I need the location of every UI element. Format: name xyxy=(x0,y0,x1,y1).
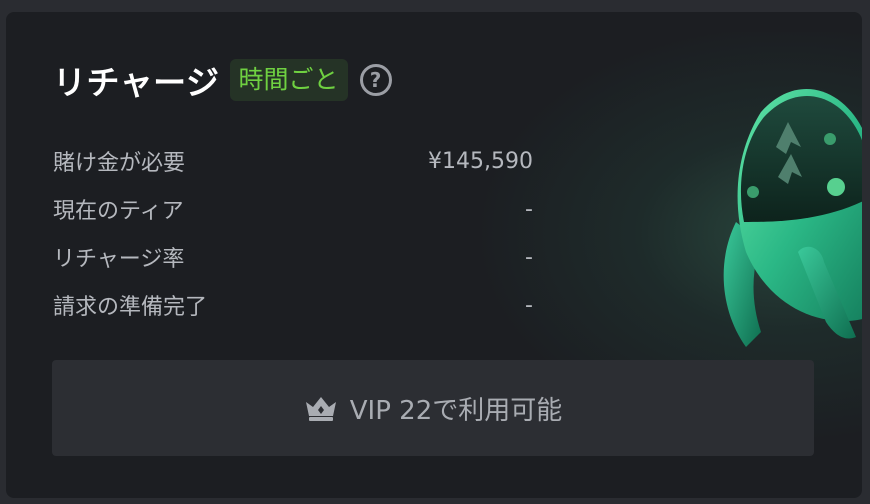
detail-row-claim: 請求の準備完了 - xyxy=(53,281,533,329)
recharge-title: リチャージ xyxy=(53,63,220,102)
detail-value: ¥145,590 xyxy=(428,148,533,174)
recharge-details: 賭け金が必要 ¥145,590 現在のティア - リチャージ率 - 請求の準備完… xyxy=(53,137,533,329)
vip-unlock-label: VIP 22で利用可能 xyxy=(349,395,563,426)
crown-icon xyxy=(305,397,336,421)
rocket-illustration xyxy=(723,88,862,347)
recharge-header: リチャージ 時間ごと ? xyxy=(53,58,392,102)
question-circle-icon[interactable]: ? xyxy=(359,64,392,96)
recharge-card: リチャージ 時間ごと ? 賭け金が必要 ¥145,590 現在のティア - リチ… xyxy=(6,12,862,498)
detail-label: リチャージ率 xyxy=(53,247,185,272)
detail-label: 現在のティア xyxy=(53,199,184,224)
detail-label: 賭け金が必要 xyxy=(53,151,186,176)
detail-row-rate: リチャージ率 - xyxy=(53,233,533,281)
detail-row-wager: 賭け金が必要 ¥145,590 xyxy=(53,137,533,185)
detail-value: - xyxy=(525,244,533,270)
detail-value: - xyxy=(525,196,533,222)
detail-label: 請求の準備完了 xyxy=(53,295,208,320)
detail-value: - xyxy=(525,292,533,318)
vip-unlock-button[interactable]: VIP 22で利用可能 xyxy=(52,360,814,456)
detail-row-tier: 現在のティア - xyxy=(53,185,533,233)
hourly-badge: 時間ごと xyxy=(229,59,348,101)
